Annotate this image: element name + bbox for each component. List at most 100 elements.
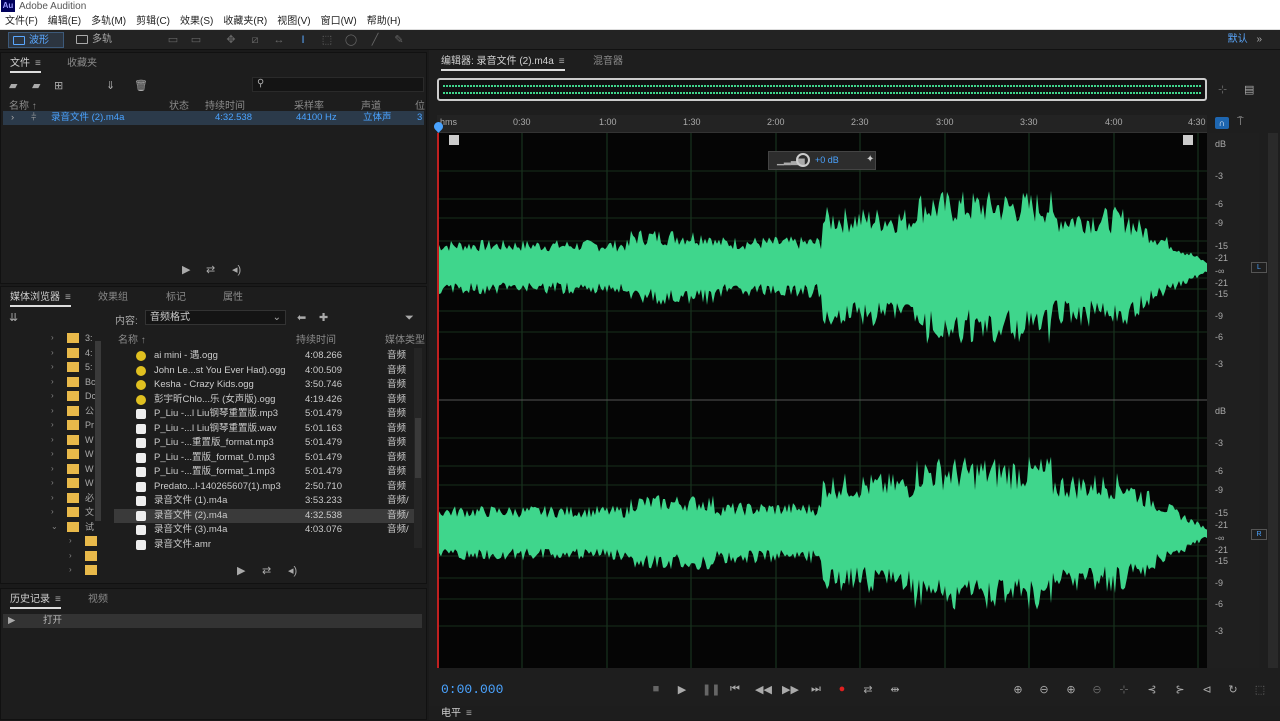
folder-item[interactable]: › W xyxy=(1,433,101,447)
chevron-right-icon[interactable]: › xyxy=(51,433,54,447)
hud-pin-icon[interactable]: ✦ xyxy=(866,154,874,165)
time-ruler[interactable]: hms 0:30 1:00 1:30 2:00 2:30 3:00 3:30 4… xyxy=(432,115,1207,133)
folder-item[interactable]: › Bc xyxy=(1,375,101,389)
hud-gain-value[interactable]: +0 dB xyxy=(815,155,839,165)
marquee-tool-icon[interactable]: ⬚ xyxy=(320,34,334,46)
import-icon[interactable]: ▰ xyxy=(32,80,40,92)
media-file-row[interactable]: 录音文件 (1).m4a 3:53.233 音频/ xyxy=(114,494,414,508)
folder-scrollbar[interactable] xyxy=(95,341,101,521)
chevron-right-icon[interactable]: › xyxy=(51,389,54,403)
zoom-in-amplitude-icon[interactable]: ⊕ xyxy=(1011,683,1025,696)
col-samplerate[interactable]: 采样率 xyxy=(294,97,324,112)
record-button[interactable]: ● xyxy=(835,683,849,695)
chevron-right-icon[interactable]: › xyxy=(51,331,54,345)
back-arrow-icon[interactable]: ⬅ xyxy=(297,312,306,324)
panel-options-icon[interactable]: ▤ xyxy=(1244,84,1254,96)
media-file-row[interactable]: 录音文件 (2).m4a 4:32.538 音频/ xyxy=(114,508,414,523)
history-entry[interactable]: ▶ 打开 xyxy=(3,614,422,628)
media-file-row[interactable]: ai mini - 遇.ogg 4:08.266 音频 xyxy=(114,349,414,363)
folder-item[interactable]: › 5: xyxy=(1,360,101,374)
autoplay-icon[interactable]: ◂) xyxy=(232,264,241,276)
workspace-more-icon[interactable]: » xyxy=(1256,34,1262,45)
rewind-button[interactable]: ◀◀ xyxy=(755,683,772,696)
chevron-right-icon[interactable]: › xyxy=(69,563,72,577)
col-channels[interactable]: 声道 xyxy=(361,97,381,112)
media-file-row[interactable]: 彭宇昕Chlo...乐 (女声版).ogg 4:19.426 音频 xyxy=(114,393,414,407)
zoom-in-point-in-icon[interactable]: ⊰ xyxy=(1145,683,1159,696)
media-file-row[interactable]: Predato...l-140265607(1).mp3 2:50.710 音频 xyxy=(114,480,414,494)
chevron-right-icon[interactable]: › xyxy=(51,375,54,389)
media-file-row[interactable]: P_Liu -...置版_format_0.mp3 5:01.479 音频 xyxy=(114,451,414,465)
folder-item[interactable]: › 公 xyxy=(1,404,101,418)
pause-button[interactable]: ❚❚ xyxy=(702,683,720,696)
media-scrollbar[interactable] xyxy=(414,348,422,548)
zoom-out-full-icon[interactable]: ⊹ xyxy=(1117,683,1131,696)
media-file-row[interactable]: 录音文件 (3).m4a 4:03.076 音频/ xyxy=(114,523,414,537)
overview-bar[interactable] xyxy=(437,78,1207,101)
snap-icon[interactable]: ∩ xyxy=(1215,117,1229,129)
loop-playback-button[interactable]: ⇄ xyxy=(861,683,875,696)
autoplay-icon[interactable]: ◂) xyxy=(288,565,297,577)
menu-file[interactable]: 文件(F) xyxy=(0,13,43,30)
waveform-mode-button[interactable]: 波形 xyxy=(8,32,64,48)
chevron-right-icon[interactable]: › xyxy=(51,476,54,490)
files-search-input[interactable]: ⚲ xyxy=(252,77,424,92)
loop-icon[interactable]: ⇄ xyxy=(262,565,271,577)
tab-history[interactable]: 历史记录 ≡ xyxy=(10,593,61,609)
spectral-pitch-icon[interactable]: ▭ xyxy=(189,34,203,46)
zoom-out-amplitude-icon[interactable]: ⊖ xyxy=(1037,683,1051,696)
folder-item[interactable]: › 4: xyxy=(1,346,101,360)
multitrack-mode-button[interactable]: 多轨 xyxy=(72,32,124,48)
chevron-down-icon[interactable]: ⌄ xyxy=(51,520,58,534)
go-to-start-button[interactable]: ⏮ xyxy=(728,683,742,696)
filter-icon[interactable]: ⏷ xyxy=(405,312,414,324)
skip-selection-button[interactable]: ⇹ xyxy=(888,683,902,696)
menu-help[interactable]: 帮助(H) xyxy=(362,13,406,30)
chevron-right-icon[interactable]: › xyxy=(51,346,54,360)
media-file-row[interactable]: P_Liu -...重置版_format.mp3 5:01.479 音频 xyxy=(114,436,414,450)
media-file-row[interactable]: John Le...st You Ever Had).ogg 4:00.509 音频 xyxy=(114,364,414,378)
folder-item[interactable]: › 必 xyxy=(1,491,101,505)
chevron-right-icon[interactable]: › xyxy=(51,462,54,476)
menu-window[interactable]: 窗口(W) xyxy=(316,13,362,30)
brush-tool-icon[interactable]: ╱ xyxy=(368,34,382,46)
lasso-tool-icon[interactable]: ◯ xyxy=(344,34,358,46)
media-file-row[interactable]: P_Liu -...置版_format_1.mp3 5:01.479 音频 xyxy=(114,465,414,479)
zoom-selection-icon[interactable]: ⊲ xyxy=(1200,683,1214,696)
move-tool-icon[interactable]: ✥ xyxy=(224,34,238,46)
hud-gain[interactable]: ▁▂▃▅ +0 dB ✦ xyxy=(768,151,876,170)
tab-favorites[interactable]: 收藏夹 xyxy=(67,57,97,71)
tab-markers[interactable]: 标记 xyxy=(166,291,186,305)
zoom-in-time-icon[interactable]: ⊕ xyxy=(1064,683,1078,696)
folder-item[interactable]: › 文 xyxy=(1,505,101,519)
waveform-display[interactable] xyxy=(437,133,1207,668)
zoom-reset-icon[interactable]: ↻ xyxy=(1226,683,1240,696)
folder-item[interactable]: › xyxy=(1,549,101,563)
col-media-type[interactable]: 媒体类型 xyxy=(385,331,425,346)
file-row[interactable]: › ⫩ 录音文件 (2).m4a 4:32.538 44100 Hz 立体声 3 xyxy=(3,111,424,125)
content-select[interactable]: 音频格式 ⌄ xyxy=(145,310,286,325)
expand-arrow-icon[interactable]: › xyxy=(11,111,14,125)
play-icon[interactable]: ▶ xyxy=(182,264,190,276)
folder-item[interactable]: › xyxy=(1,534,101,548)
zoom-fit-icon[interactable]: ⬚ xyxy=(1253,683,1267,696)
workspace-selector[interactable]: 默认 » xyxy=(1228,33,1262,47)
folder-item[interactable]: › Dc xyxy=(1,389,101,403)
tab-effects-rack[interactable]: 效果组 xyxy=(98,291,128,305)
folder-item[interactable]: › W xyxy=(1,447,101,461)
menu-clip[interactable]: 剪辑(C) xyxy=(131,13,175,30)
gain-knob-icon[interactable] xyxy=(796,153,810,167)
slip-tool-icon[interactable]: ↔ xyxy=(272,34,286,46)
chevron-right-icon[interactable]: › xyxy=(51,447,54,461)
tab-properties[interactable]: 属性 xyxy=(223,291,243,305)
channel-left-toggle[interactable]: L xyxy=(1251,262,1267,273)
menu-view[interactable]: 视图(V) xyxy=(272,13,315,30)
folder-item[interactable]: › W xyxy=(1,462,101,476)
col-status[interactable]: 状态 xyxy=(169,97,189,112)
folder-item[interactable]: › Pr xyxy=(1,418,101,432)
chevron-right-icon[interactable]: › xyxy=(51,418,54,432)
spectral-display-icon[interactable]: ▭ xyxy=(166,34,180,46)
folder-item[interactable]: › xyxy=(1,563,101,577)
media-file-row[interactable]: P_Liu -...l Liu钢琴重置版.mp3 5:01.479 音频 xyxy=(114,407,414,421)
col-bits[interactable]: 位 xyxy=(415,97,425,112)
